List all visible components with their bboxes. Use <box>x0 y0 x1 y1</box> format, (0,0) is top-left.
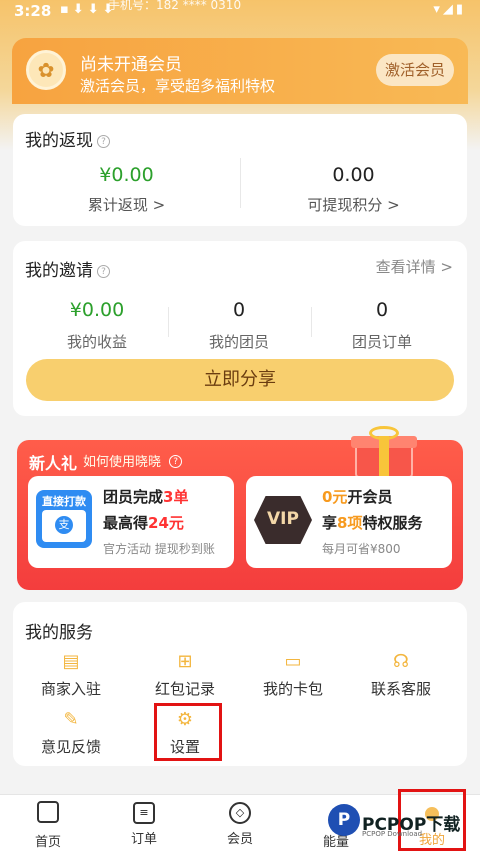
vip-privilege-count: 8项 <box>337 514 363 532</box>
member-orders[interactable]: 0 团员订单 <box>311 299 453 352</box>
nav-home[interactable]: 首页 <box>16 801 80 850</box>
help-icon[interactable]: ? <box>97 135 110 148</box>
nav-member[interactable]: ◇ 会员 <box>208 801 272 847</box>
activate-member-button[interactable]: 激活会员 <box>376 54 454 86</box>
service-label: 意见反馈 <box>40 738 101 756</box>
vip-saving-note: 每月可省¥800 <box>322 542 401 556</box>
vip-privilege-suffix: 特权服务 <box>362 514 423 532</box>
vip-icon-text: VIP <box>267 509 299 529</box>
watermark-small: PCPOP Download <box>362 830 423 838</box>
member-title: 尚未开通会员 <box>80 55 182 75</box>
withdrawable-points[interactable]: 0.00 可提现积分 > <box>240 164 467 215</box>
headset-icon: ☊ <box>393 651 409 672</box>
share-now-button[interactable]: 立即分享 <box>26 359 454 401</box>
pcpop-logo-icon: P <box>328 804 360 836</box>
task-line: 团员完成3单 <box>103 486 188 507</box>
reward-text: 最高得 <box>103 514 149 532</box>
services-card: 我的服务 ▤ 商家入驻 ⊞ 红包记录 ▭ 我的卡包 ☊ 联系客服 ✎ 意见反馈 … <box>13 602 467 766</box>
view-details-link[interactable]: 查看详情 > <box>376 256 453 277</box>
vip-icon: VIP <box>252 492 314 548</box>
my-members-value: 0 <box>232 299 246 321</box>
vip-offer-card[interactable]: VIP 0元开会员 享8项特权服务 每月可省¥800 <box>246 476 452 568</box>
invite-card: 我的邀请? 查看详情 > ¥0.00 我的收益 0 我的团员 0 团员订单 立即… <box>13 241 467 416</box>
task-count: 3单 <box>163 488 189 506</box>
nav-label: 首页 <box>34 835 61 850</box>
direct-payout-icon-label: 直接打款 <box>42 495 86 508</box>
vip-price-line: 0元开会员 <box>322 486 392 507</box>
orders-icon: ≡ <box>133 802 155 824</box>
task-text: 团员完成 <box>103 488 164 506</box>
status-bar: 3:28 ▪⬇⬇⬇ 手机号：182 **** 0310 ▾◢▮ <box>0 0 480 22</box>
home-icon <box>37 801 59 823</box>
nav-label: 会员 <box>226 832 253 847</box>
alipay-icon: 支 <box>55 516 73 534</box>
cashback-title: 我的返现? <box>25 126 110 151</box>
reward-amount: 24元 <box>148 514 184 532</box>
service-label: 商家入驻 <box>40 680 101 698</box>
cashback-card: 我的返现? ¥0.00 累计返现 > 0.00 可提现积分 > <box>13 114 467 226</box>
service-label: 联系客服 <box>370 680 431 698</box>
vip-price-text: 开会员 <box>347 488 393 506</box>
status-time: 3:28 <box>14 2 52 20</box>
invite-title-text: 我的邀请 <box>25 261 93 281</box>
cashback-total-value: ¥0.00 <box>99 164 154 186</box>
service-label: 红包记录 <box>154 680 215 698</box>
service-wallet[interactable]: ▭ 我的卡包 <box>239 652 347 699</box>
withdrawable-points-value: 0.00 <box>332 164 375 186</box>
newuser-title: 新人礼 <box>29 454 78 473</box>
redpacket-icon: ⊞ <box>177 651 193 672</box>
settings-highlight-box <box>154 703 222 761</box>
vip-price: 0元 <box>322 488 348 506</box>
nav-orders[interactable]: ≡ 订单 <box>112 801 176 847</box>
vip-privilege-line: 享8项特权服务 <box>322 512 422 533</box>
direct-payout-icon: 直接打款 支 <box>36 490 92 548</box>
pcpop-watermark: P PCPOP下载 PCPOP Download <box>322 800 472 848</box>
service-label: 我的卡包 <box>262 680 323 698</box>
direct-payout-card[interactable]: 直接打款 支 团员完成3单 最高得24元 官方活动 提现秒到账 <box>28 476 234 568</box>
invite-title: 我的邀请? <box>25 256 110 281</box>
member-badge-icon: ✿ <box>26 50 66 90</box>
service-redpacket[interactable]: ⊞ 红包记录 <box>131 652 239 699</box>
member-subtitle: 激活会员，享受超多福利特权 <box>80 77 276 95</box>
activity-note: 官方活动 提现秒到账 <box>103 542 215 556</box>
member-icon: ◇ <box>229 802 251 824</box>
merchant-icon: ▤ <box>62 651 80 672</box>
signal-battery-icons: ▾◢▮ <box>433 2 466 17</box>
wallet-icon: ▭ <box>284 651 302 672</box>
member-banner[interactable]: ✿ 尚未开通会员 激活会员，享受超多福利特权 激活会员 <box>12 38 468 104</box>
member-orders-label: 团员订单 <box>351 333 412 351</box>
newuser-gift-panel: 新人礼 如何使用晓晓 ? 直接打款 支 团员完成3单 最高得24元 官方活动 提… <box>17 426 463 590</box>
phone-number: 手机号：182 **** 0310 <box>108 0 242 12</box>
member-orders-value: 0 <box>375 299 389 321</box>
help-icon: ? <box>169 455 183 468</box>
how-to-use-text: 如何使用晓晓 <box>83 455 162 470</box>
cashback-title-text: 我的返现 <box>25 131 93 151</box>
my-earnings[interactable]: ¥0.00 我的收益 <box>26 299 168 352</box>
service-merchant[interactable]: ▤ 商家入驻 <box>17 652 125 699</box>
gift-box-icon <box>349 426 419 478</box>
reward-line: 最高得24元 <box>103 512 184 533</box>
withdrawable-points-label: 可提现积分 > <box>307 196 400 214</box>
feedback-icon: ✎ <box>63 709 79 730</box>
service-support[interactable]: ☊ 联系客服 <box>347 652 455 699</box>
my-earnings-value: ¥0.00 <box>69 299 125 321</box>
nav-label: 订单 <box>130 832 157 847</box>
cashback-total-label: 累计返现 > <box>87 196 166 214</box>
my-earnings-label: 我的收益 <box>66 333 127 351</box>
my-members[interactable]: 0 我的团员 <box>168 299 310 352</box>
help-icon[interactable]: ? <box>97 265 110 278</box>
service-feedback[interactable]: ✎ 意见反馈 <box>17 710 125 757</box>
services-title: 我的服务 <box>25 623 93 643</box>
vip-privilege-prefix: 享 <box>322 514 338 532</box>
how-to-use-link[interactable]: 如何使用晓晓 ? <box>83 451 183 470</box>
my-members-label: 我的团员 <box>208 333 269 351</box>
cashback-total[interactable]: ¥0.00 累计返现 > <box>13 164 240 215</box>
